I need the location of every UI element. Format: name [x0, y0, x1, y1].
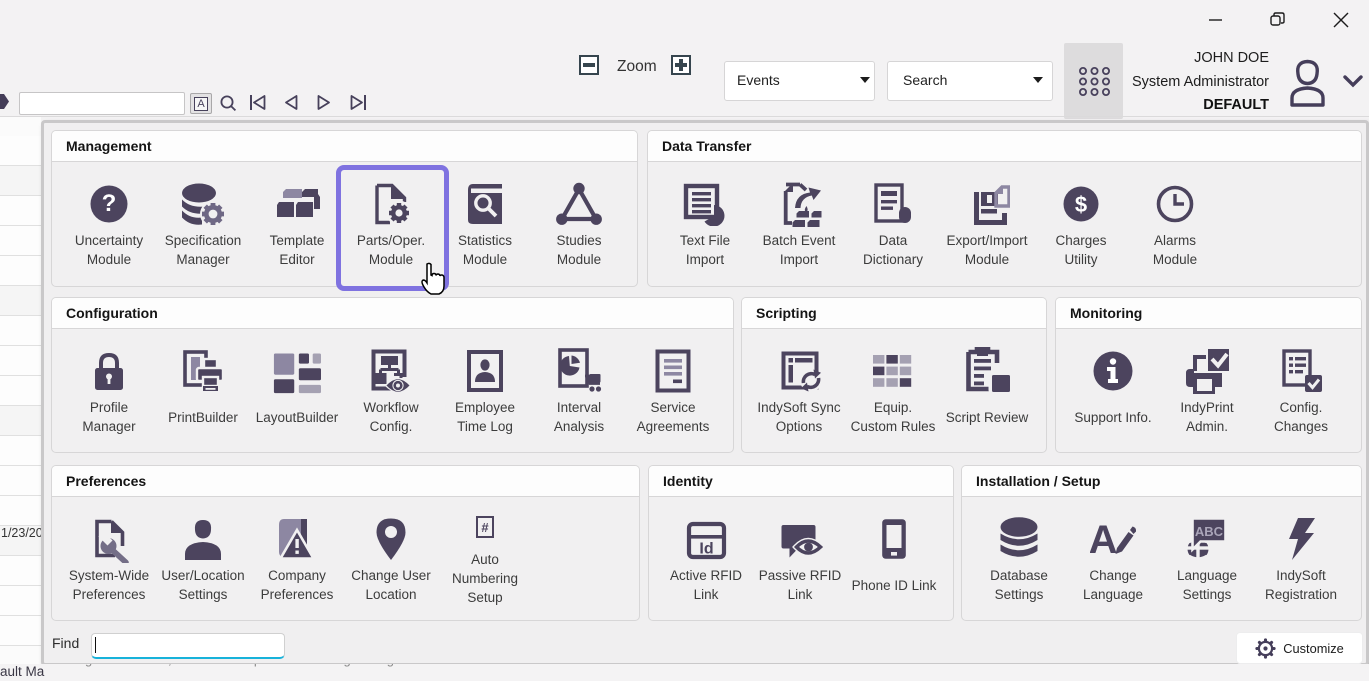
svg-text:$: $	[1075, 192, 1087, 217]
svg-text:A: A	[1090, 518, 1117, 561]
svg-text:?: ?	[102, 190, 117, 217]
svg-text:#: #	[481, 520, 489, 535]
svg-text:ABC: ABC	[1195, 524, 1224, 539]
svg-text:Id: Id	[699, 541, 713, 558]
